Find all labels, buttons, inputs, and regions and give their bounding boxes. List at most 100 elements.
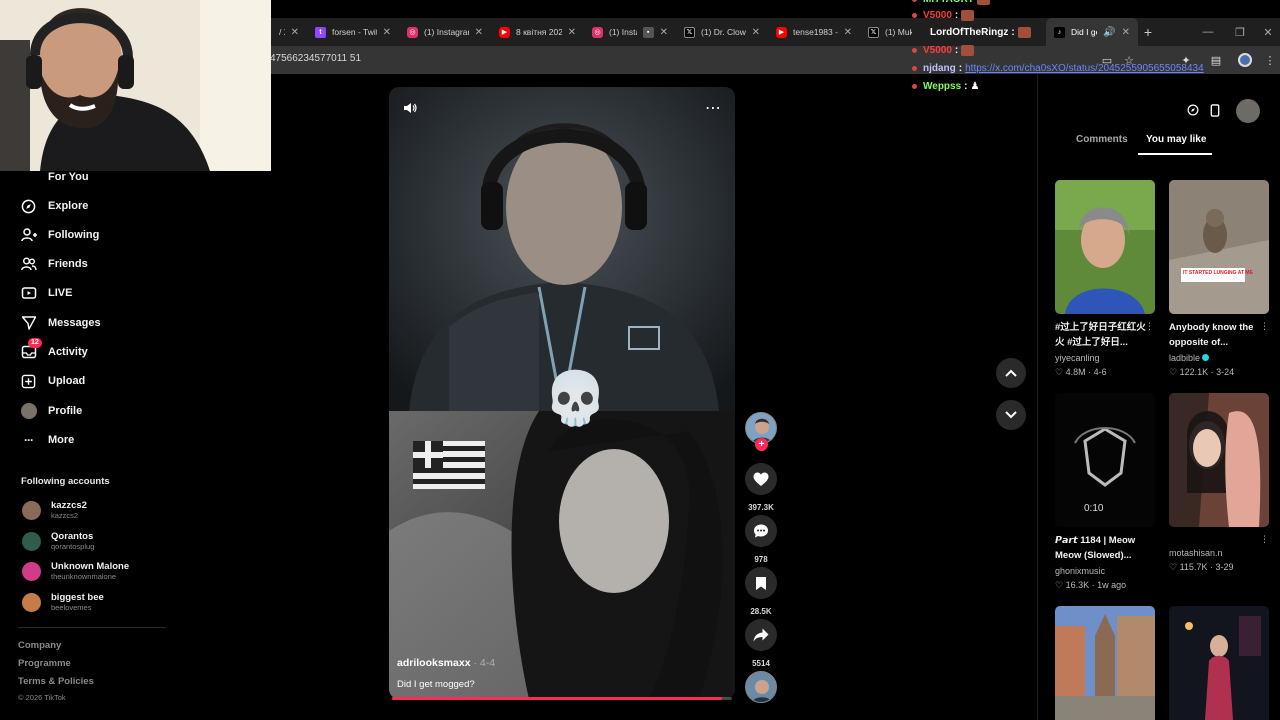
browser-tab[interactable]: / X ✕: [271, 18, 307, 46]
notification-badge: 12: [28, 337, 42, 348]
compass-icon[interactable]: [1182, 99, 1204, 121]
video-card-thumbnail[interactable]: [1169, 606, 1269, 720]
author-name[interactable]: adrilooksmaxx: [397, 657, 471, 669]
following-account[interactable]: Unknown Malone theunknownmalone: [22, 558, 172, 584]
footer-company-link[interactable]: Company: [18, 640, 61, 651]
browser-tab[interactable]: ▶ tense1983 - ✕: [768, 18, 860, 46]
bookmark-icon[interactable]: [745, 567, 777, 599]
close-icon[interactable]: ✕: [383, 27, 391, 38]
share-action[interactable]: 5514: [743, 619, 779, 668]
more-options-icon[interactable]: ⋯: [703, 99, 723, 117]
avatar[interactable]: [1236, 99, 1260, 123]
browser-tab[interactable]: 𝕏 (1) Dr. Clow ✕: [676, 18, 768, 46]
close-icon[interactable]: ✕: [844, 27, 852, 38]
video-player[interactable]: 💀 ⋯ adrilooksmaxx · 4-4 Did I get mogged…: [389, 87, 735, 699]
chat-line: Weppss : ♟: [912, 81, 979, 92]
account-handle: qorantosplug: [51, 542, 95, 551]
video-card-user[interactable]: ghonixmusic: [1055, 566, 1105, 576]
video-card-title[interactable]: Anybody know the opposite of...: [1169, 320, 1261, 350]
follow-plus-button[interactable]: +: [755, 438, 768, 451]
browser-tab[interactable]: t forsen - Twit ✕: [307, 18, 399, 46]
browser-tab[interactable]: 𝕏 (1) Mukh: [860, 18, 920, 46]
tab-you-may-like[interactable]: You may like: [1146, 134, 1206, 145]
chat-text: :: [1011, 27, 1015, 38]
video-card-thumbnail[interactable]: [1055, 180, 1155, 314]
next-creator-avatar[interactable]: [745, 671, 777, 703]
more-dots-icon[interactable]: ⋮: [1260, 321, 1269, 332]
save-action[interactable]: 28.5K: [743, 567, 779, 616]
video-progress-bar[interactable]: [392, 697, 732, 700]
profile-avatar[interactable]: [1238, 53, 1252, 67]
chat-emote: [961, 45, 975, 56]
device-icon[interactable]: [1204, 99, 1226, 121]
close-icon[interactable]: ✕: [291, 27, 299, 38]
footer-programme-link[interactable]: Programme: [18, 658, 71, 669]
sidebar-item-live[interactable]: LIVE: [20, 282, 170, 304]
previous-video-button[interactable]: [996, 358, 1026, 388]
sidebar-item-label: More: [48, 434, 75, 446]
following-account[interactable]: biggest bee beelovemes: [22, 589, 172, 615]
video-card-title[interactable]: 𝙋𝙖𝙧𝙩 1184 | Meow Meow (Slowed)...: [1055, 533, 1147, 563]
thumbnail-overlay-text: 0:10: [1084, 503, 1104, 514]
menu-dots-icon[interactable]: ⋮: [1262, 52, 1278, 68]
more-dots-icon[interactable]: ⋮: [1260, 534, 1269, 545]
chat-emote: ♟: [970, 81, 980, 92]
browser-tab[interactable]: ▶ 8 квітня 202 ✕: [491, 18, 584, 46]
video-card-thumbnail[interactable]: IT STARTED LUNGING AT ME: [1169, 180, 1269, 314]
tab-comments[interactable]: Comments: [1076, 134, 1128, 145]
video-card-stats: ♡ 122.1K · 3-24: [1169, 367, 1235, 377]
sidebar-item-messages[interactable]: Messages: [20, 312, 170, 334]
sidebar-item-label: Explore: [48, 200, 89, 212]
x-icon: 𝕏: [684, 26, 695, 38]
heart-outline-icon: ♡: [1055, 367, 1064, 377]
sidebar-item-label: Activity: [48, 346, 88, 358]
video-card-user[interactable]: yiyecanling: [1055, 353, 1100, 363]
tab-title: tense1983 -: [793, 27, 838, 37]
avatar: [20, 403, 37, 419]
video-author[interactable]: adrilooksmaxx · 4-4: [397, 657, 495, 669]
sidebar-item-for-you[interactable]: For You: [20, 166, 170, 188]
more-dots-icon[interactable]: ⋮: [1145, 321, 1154, 332]
video-card-thumbnail[interactable]: [1055, 606, 1155, 720]
close-icon[interactable]: ✕: [568, 27, 576, 38]
account-name: biggest bee: [51, 592, 104, 603]
following-account[interactable]: Qorantos qorantosplug: [22, 528, 172, 554]
sidebar-item-more[interactable]: ··· More: [20, 429, 170, 451]
heart-icon[interactable]: [745, 463, 777, 495]
comment-action[interactable]: 978: [743, 515, 779, 564]
close-window-icon[interactable]: ✕: [1256, 18, 1280, 46]
video-card-username[interactable]: ladbible: [1169, 353, 1200, 363]
chat-username: V5000: [923, 45, 952, 56]
close-icon[interactable]: ✕: [660, 27, 668, 38]
chat-link[interactable]: https://x.com/cha0sXO/status/20452559056…: [965, 63, 1204, 74]
chat-emote: [1017, 27, 1031, 38]
sidebar-item-friends[interactable]: Friends: [20, 253, 170, 275]
next-video-button[interactable]: [996, 400, 1026, 430]
like-action[interactable]: 397.3K: [743, 463, 779, 512]
url-text[interactable]: 47566234577011 51: [270, 53, 361, 64]
sidebar-item-activity[interactable]: 12 Activity: [20, 337, 170, 363]
video-card-title[interactable]: #过上了好日子红红火火 #过上了好日...: [1055, 320, 1147, 350]
close-icon[interactable]: ✕: [475, 27, 483, 38]
video-card-thumbnail[interactable]: [1169, 393, 1269, 527]
browser-tab[interactable]: ◎ (1) Instagran ✕: [399, 18, 491, 46]
like-count: 115.7K: [1179, 562, 1208, 572]
chat-badge: [912, 0, 917, 2]
close-icon[interactable]: ✕: [752, 27, 760, 38]
share-icon[interactable]: [745, 619, 777, 651]
footer-terms-link[interactable]: Terms & Policies: [18, 676, 94, 687]
sidebar-item-explore[interactable]: Explore: [20, 195, 170, 217]
chat-line: LordOfTheRingz :: [930, 27, 1031, 38]
chat-badge: [912, 48, 917, 53]
video-card-user[interactable]: ladbible: [1169, 353, 1210, 363]
comment-icon[interactable]: [745, 515, 777, 547]
verified-badge-icon: [1202, 354, 1210, 361]
sidebar-item-upload[interactable]: Upload: [20, 370, 170, 392]
video-card-user[interactable]: motashisan.n: [1169, 548, 1223, 558]
volume-icon[interactable]: [401, 99, 419, 117]
sidebar-item-following[interactable]: Following: [20, 224, 170, 246]
following-account[interactable]: kazzcs2 kazzcs2: [22, 497, 172, 523]
video-card-thumbnail[interactable]: 0:10: [1055, 393, 1155, 527]
browser-tab[interactable]: ◎ (1) Insta ▪ ✕: [584, 18, 676, 46]
sidebar-item-profile[interactable]: Profile: [20, 400, 170, 422]
